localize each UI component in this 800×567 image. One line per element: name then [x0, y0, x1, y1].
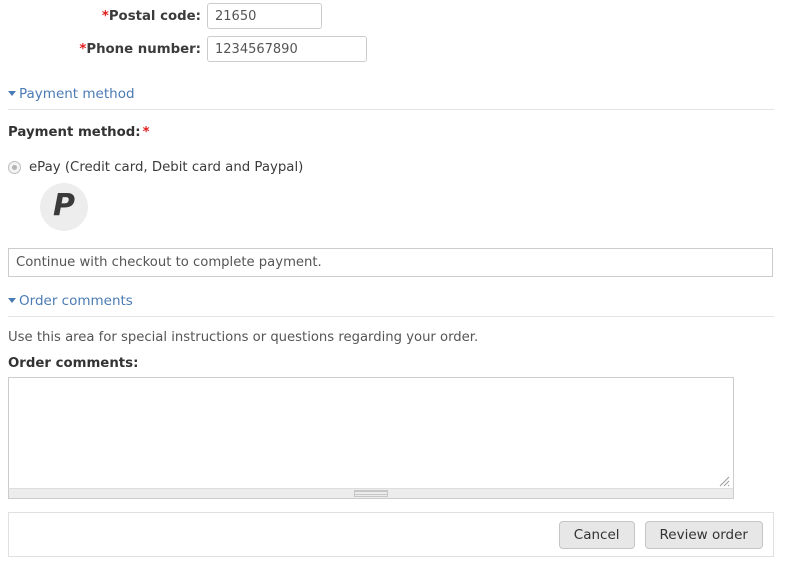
payment-notice-text: Continue with checkout to complete payme… [16, 255, 322, 270]
payment-method-legend: Payment method [8, 86, 774, 102]
payment-option-epay-label: ePay (Credit card, Debit card and Paypal… [29, 160, 304, 175]
payment-method-heading: Payment method: * [8, 125, 150, 140]
grippie-lines-icon [354, 490, 388, 497]
payment-notice-box: Continue with checkout to complete payme… [8, 248, 773, 277]
required-marker-icon: * [101, 8, 109, 24]
postal-code-label-text: Postal code: [108, 8, 201, 24]
checkout-page: *Postal code: *Phone number: Payment met… [0, 0, 800, 567]
order-comments-legend: Order comments [8, 293, 774, 309]
form-row-phone-number: *Phone number: [0, 33, 790, 65]
payment-option-epay[interactable]: ePay (Credit card, Debit card and Paypal… [8, 160, 303, 175]
payment-method-legend-text: Payment method [19, 86, 135, 102]
order-comments-collapse-toggle[interactable]: Order comments [8, 293, 133, 309]
required-marker-icon: * [142, 125, 150, 140]
paypal-p-letter: P [53, 188, 75, 223]
postal-code-input[interactable] [207, 3, 322, 29]
phone-number-label: *Phone number: [0, 42, 207, 57]
textarea-grippie-handle[interactable] [8, 488, 734, 499]
radio-button-epay[interactable] [8, 161, 21, 174]
payment-method-collapse-toggle[interactable]: Payment method [8, 86, 135, 102]
order-comments-divider [8, 316, 774, 317]
paypal-p-icon: P [40, 183, 88, 231]
form-row-postal-code: *Postal code: [0, 0, 790, 32]
order-comments-label: Order comments: [8, 356, 139, 371]
caret-down-icon [8, 298, 16, 303]
phone-number-label-text: Phone number: [86, 41, 201, 57]
payment-method-divider [8, 109, 774, 110]
payment-method-heading-text: Payment method: [8, 125, 141, 140]
caret-down-icon [8, 91, 16, 96]
order-comments-description: Use this area for special instructions o… [8, 330, 479, 345]
order-comments-textarea[interactable] [8, 377, 734, 488]
review-order-button[interactable]: Review order [644, 520, 763, 549]
form-actions-bar: Cancel Review order [8, 512, 774, 557]
phone-number-input[interactable] [207, 36, 367, 62]
postal-code-label: *Postal code: [0, 9, 207, 24]
order-comments-legend-text: Order comments [19, 293, 133, 309]
cancel-button[interactable]: Cancel [558, 520, 635, 549]
